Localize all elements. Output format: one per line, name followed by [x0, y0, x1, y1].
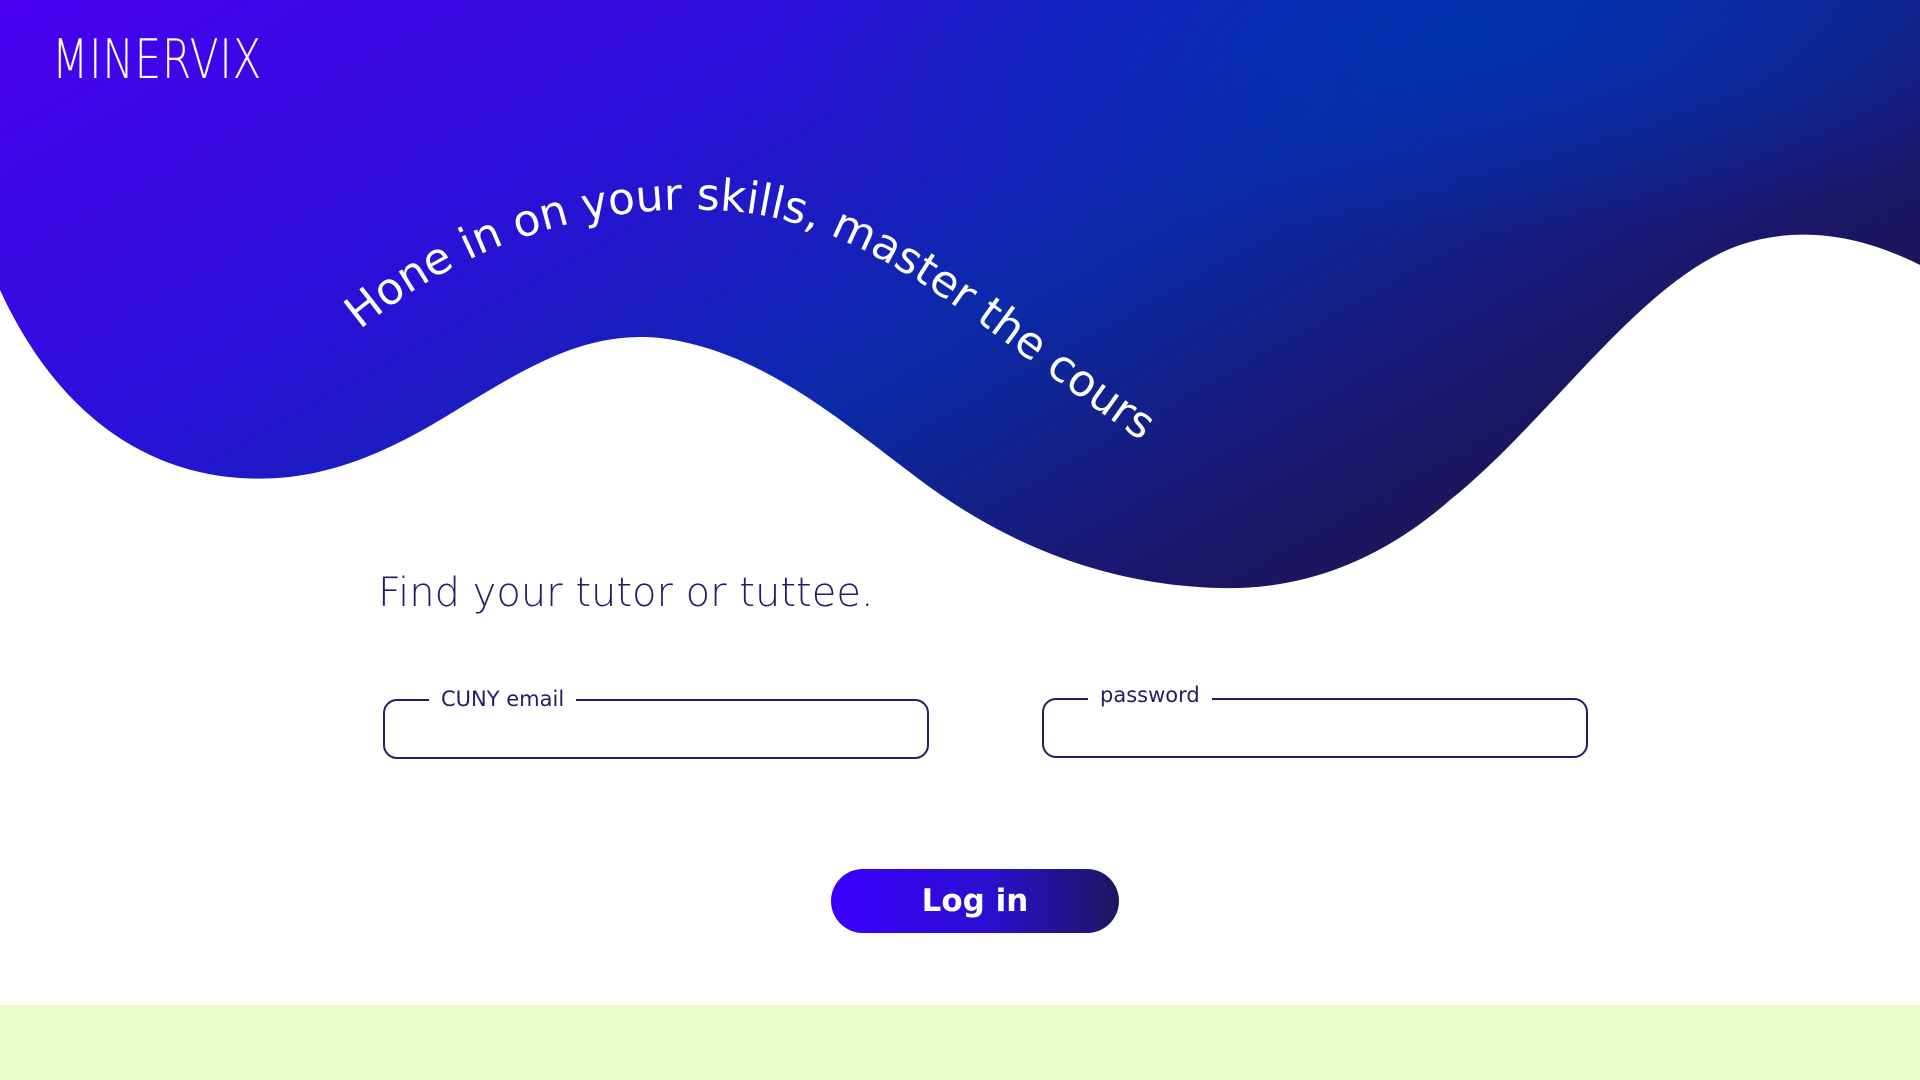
- login-page: MINERVIX Hone in on your skills, master …: [0, 0, 1920, 1080]
- minervix-logo: MINERVIX: [52, 28, 263, 91]
- email-field: CUNY email: [383, 682, 929, 759]
- password-field: password: [1042, 678, 1588, 758]
- email-input[interactable]: [403, 711, 913, 749]
- find-tutor-heading: Find your tutor or tuttee.: [378, 570, 874, 616]
- password-input[interactable]: [1062, 710, 1572, 748]
- password-label: password: [1088, 678, 1212, 712]
- hero-wave-background: [0, 0, 1920, 589]
- login-button[interactable]: Log in: [831, 869, 1119, 933]
- footer-band: [0, 1005, 1920, 1080]
